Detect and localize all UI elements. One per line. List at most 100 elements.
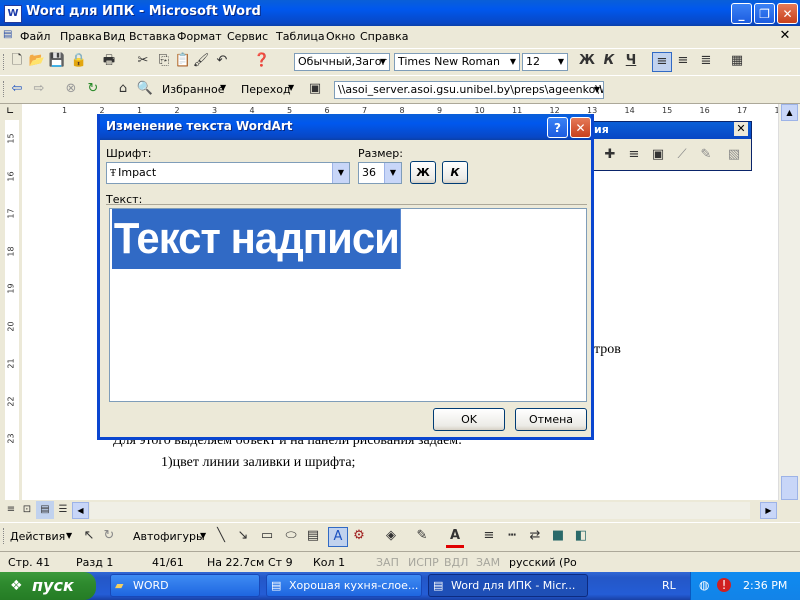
- doc-icon[interactable]: ▤: [3, 29, 17, 43]
- style-combo[interactable]: Обычный,Загог ▼: [294, 53, 390, 71]
- format-painter-icon[interactable]: 🖌: [192, 52, 210, 70]
- dialog-title-bar[interactable]: Изменение текста WordArt ? ✕: [100, 114, 591, 140]
- close-document-button[interactable]: ✕: [778, 29, 792, 43]
- line-style-icon[interactable]: ≡: [480, 527, 498, 545]
- clock[interactable]: 2:36 PM: [743, 579, 787, 592]
- line-icon[interactable]: ╲: [212, 527, 230, 545]
- size-combo[interactable]: 12 ▼: [522, 53, 568, 71]
- menu-format[interactable]: Формат: [177, 30, 222, 43]
- menu-insert[interactable]: Вставка: [129, 30, 176, 43]
- permission-icon[interactable]: 🔒: [70, 52, 88, 70]
- save-icon[interactable]: 💾: [48, 52, 66, 70]
- cut-icon[interactable]: ✂: [134, 52, 152, 70]
- forward-arrow-icon[interactable]: ⇨: [30, 80, 48, 98]
- scroll-left-button[interactable]: ◀: [72, 502, 89, 519]
- autoshapes-menu[interactable]: Автофигуры: [133, 530, 205, 543]
- menu-table[interactable]: Таблица: [276, 30, 325, 43]
- status-track-changes[interactable]: ИСПР: [408, 556, 439, 569]
- toolbar-grip[interactable]: [3, 54, 7, 70]
- wordart-format-icon[interactable]: ≡: [625, 146, 643, 164]
- search-web-icon[interactable]: 🔍: [136, 80, 154, 98]
- line-color-icon[interactable]: ✎: [413, 527, 431, 545]
- menu-tools[interactable]: Сервис: [227, 30, 268, 43]
- status-record[interactable]: ЗАП: [376, 556, 399, 569]
- language-indicator[interactable]: RL: [662, 579, 676, 592]
- help-icon[interactable]: ❓: [253, 52, 271, 70]
- status-overtype[interactable]: ЗАМ: [476, 556, 500, 569]
- size-select[interactable]: 36 ▼: [358, 162, 402, 184]
- taskbar-item-word-folder[interactable]: ▰ WORD: [110, 574, 260, 597]
- address-combo[interactable]: \\asoi_server.asoi.gsu.unibel.by\preps\a…: [334, 81, 604, 99]
- align-left-icon[interactable]: ≡: [652, 52, 672, 72]
- arrow-style-icon[interactable]: ⇄: [526, 527, 544, 545]
- borders-icon[interactable]: ▦: [728, 52, 746, 70]
- italic-button[interactable]: К: [600, 52, 618, 70]
- scroll-up-button[interactable]: ▲: [781, 104, 798, 121]
- text-wrapping-icon[interactable]: ⟋: [673, 146, 691, 164]
- wordart-text-area[interactable]: Текст надписи: [109, 208, 587, 402]
- oval-icon[interactable]: ⬭: [282, 527, 300, 545]
- close-icon[interactable]: ✕: [734, 122, 748, 136]
- new-document-icon[interactable]: 🗋: [8, 52, 26, 70]
- restore-button[interactable]: ❐: [754, 3, 775, 24]
- italic-button[interactable]: К: [442, 161, 468, 184]
- dash-style-icon[interactable]: ┅: [503, 527, 521, 545]
- dialog-close-button[interactable]: ✕: [570, 117, 591, 138]
- stop-icon[interactable]: ⊗: [62, 80, 80, 98]
- ok-button[interactable]: OK: [433, 408, 505, 431]
- wordart-shape-icon[interactable]: ▣: [649, 146, 667, 164]
- rectangle-icon[interactable]: ▭: [258, 527, 276, 545]
- minimize-button[interactable]: _: [731, 3, 752, 24]
- outline-view-icon[interactable]: ☰: [54, 501, 72, 519]
- insert-diagram-icon[interactable]: ⚙: [350, 527, 368, 545]
- close-window-button[interactable]: ✕: [777, 3, 798, 24]
- help-button[interactable]: ?: [547, 117, 568, 138]
- wordart-toolbar-title-bar[interactable]: ия ✕: [591, 122, 751, 139]
- network-icon[interactable]: ◍: [699, 578, 709, 592]
- bold-button[interactable]: Ж: [410, 161, 436, 184]
- taskbar-item-word-ipk[interactable]: ▤ Word для ИПК - Micr...: [428, 574, 588, 597]
- show-only-web-toolbar-icon[interactable]: ▣: [306, 80, 324, 98]
- web-layout-icon[interactable]: ⊡: [18, 501, 36, 519]
- vertical-scrollbar[interactable]: ▲: [778, 104, 800, 500]
- actions-menu[interactable]: Действия: [10, 530, 65, 543]
- select-objects-icon[interactable]: ↖: [80, 527, 98, 545]
- taskbar-item-cooking-doc[interactable]: ▤ Хорошая кухня-слое...: [266, 574, 422, 597]
- word-app-icon[interactable]: W: [4, 5, 22, 23]
- font-select[interactable]: Ŧ Impact ▼: [106, 162, 350, 184]
- tab-selector[interactable]: ∟: [0, 104, 22, 120]
- wordart-spacing-icon[interactable]: ▧: [725, 146, 743, 164]
- cancel-button[interactable]: Отмена: [515, 408, 587, 431]
- menu-help[interactable]: Справка: [360, 30, 408, 43]
- menu-window[interactable]: Окно: [326, 30, 355, 43]
- menu-view[interactable]: Вид: [103, 30, 125, 43]
- underline-button[interactable]: Ч: [622, 52, 640, 70]
- start-button[interactable]: ❖ пуск: [0, 572, 96, 600]
- print-icon[interactable]: 🖶: [100, 52, 118, 70]
- text-box-icon[interactable]: ▤: [304, 527, 322, 545]
- refresh-icon[interactable]: ↻: [84, 80, 102, 98]
- undo-icon[interactable]: ↶: [213, 52, 231, 70]
- security-alert-icon[interactable]: !: [717, 578, 731, 592]
- toolbar-grip[interactable]: [3, 81, 7, 97]
- paste-icon[interactable]: 📋: [174, 52, 192, 70]
- back-arrow-icon[interactable]: ⇦: [8, 80, 26, 98]
- arrow-icon[interactable]: ↘: [234, 527, 252, 545]
- align-justify-icon[interactable]: ≣: [697, 52, 715, 70]
- menu-edit[interactable]: Правка: [60, 30, 102, 43]
- go-menu[interactable]: Переход: [241, 83, 291, 96]
- horizontal-scroll-track[interactable]: [90, 502, 750, 519]
- insert-wordart-icon[interactable]: A: [328, 527, 348, 547]
- scroll-right-button[interactable]: ▶: [760, 502, 777, 519]
- 3d-style-icon[interactable]: ◧: [572, 527, 590, 545]
- toolbar-grip[interactable]: [3, 528, 7, 544]
- status-extend[interactable]: ВДЛ: [444, 556, 468, 569]
- shadow-style-icon[interactable]: ■: [549, 527, 567, 545]
- open-folder-icon[interactable]: 📂: [28, 52, 46, 70]
- print-layout-icon[interactable]: ▤: [36, 501, 54, 519]
- wordart-edit-icon[interactable]: ✎: [697, 146, 715, 164]
- copy-icon[interactable]: ⎘: [155, 52, 173, 70]
- menu-file[interactable]: Файл: [20, 30, 50, 43]
- font-combo[interactable]: Times New Roman ▼: [394, 53, 520, 71]
- font-color-icon[interactable]: A: [446, 527, 464, 548]
